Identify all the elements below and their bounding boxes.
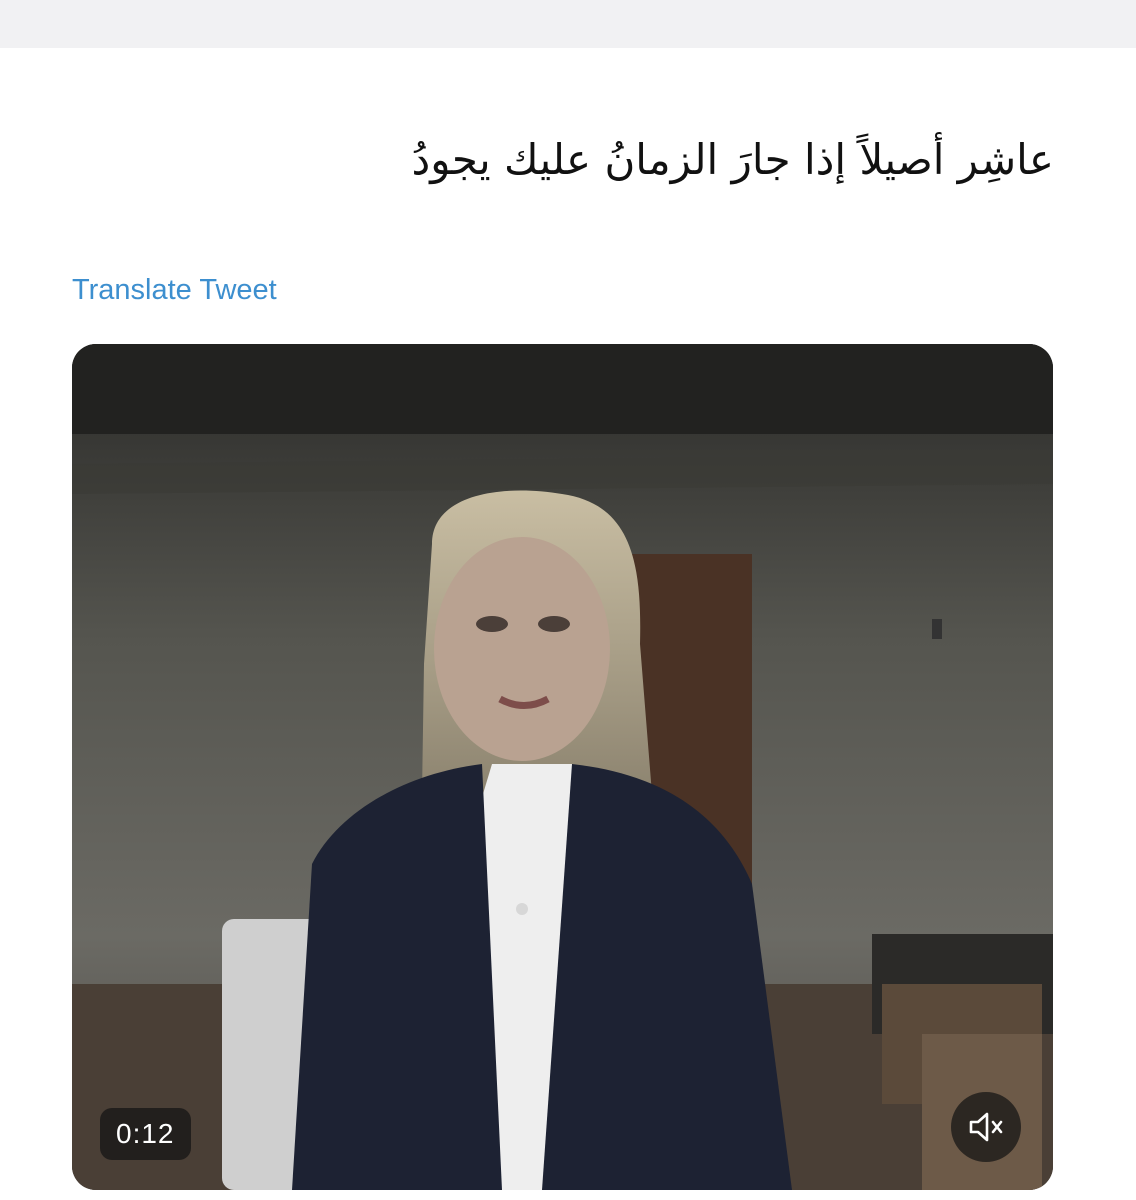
video-timestamp: 0:12 [100,1108,191,1160]
video-player[interactable]: 0:12 [72,344,1053,1190]
top-band [0,0,1136,48]
tweet-text: عاشِر أصيلاً إذا جارَ الزمانُ عليك يجودُ [411,135,1055,184]
mute-button[interactable] [951,1092,1021,1162]
translate-tweet-link[interactable]: Translate Tweet [72,274,277,307]
video-frame-image [72,344,1053,1190]
speaker-muted-icon [969,1112,1003,1142]
